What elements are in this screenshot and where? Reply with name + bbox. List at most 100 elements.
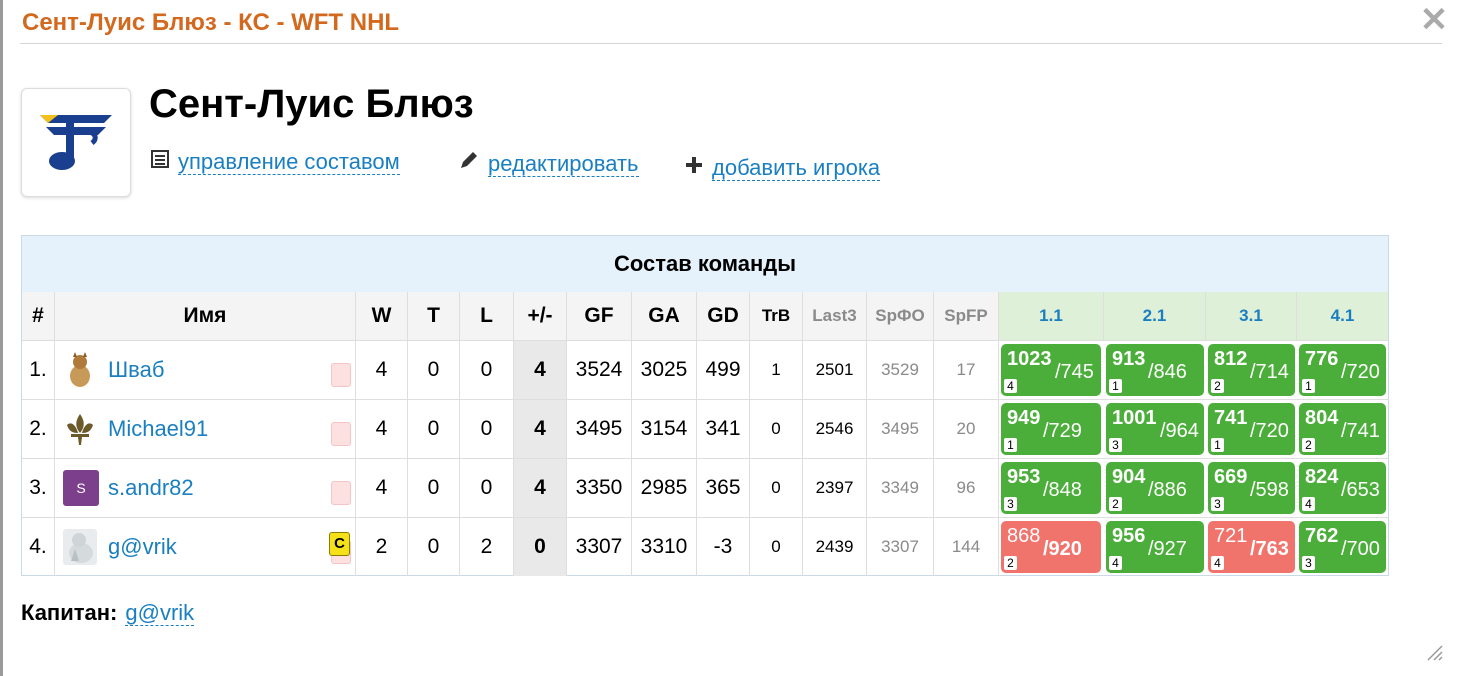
last3: 2546 bbox=[803, 400, 867, 458]
ties: 0 bbox=[408, 518, 460, 576]
losses: 0 bbox=[460, 400, 514, 458]
game-result-tile[interactable]: 721/763 4 bbox=[1208, 521, 1295, 573]
trb: 1 bbox=[750, 341, 803, 399]
sp-fo: 3529 bbox=[867, 341, 934, 399]
title-divider bbox=[20, 43, 1442, 44]
manage-roster-link[interactable]: управление составом bbox=[150, 149, 400, 175]
player-name-link[interactable]: s.andr82 bbox=[108, 459, 194, 517]
game-result-tile[interactable]: 762/700 3 bbox=[1299, 521, 1386, 573]
player-cell: Шваб bbox=[55, 341, 356, 399]
col-header-spfo: SpФО bbox=[867, 292, 934, 340]
table-row: 1. Шваб 4 0 0 4 3524 3025 499 1 2501 352… bbox=[22, 340, 1388, 400]
edit-label: редактировать bbox=[488, 151, 639, 177]
table-row: 4. g@vrik C 2 0 2 0 3307 3310 -3 0 2439 … bbox=[22, 517, 1388, 577]
roster-table: Состав команды # Имя W T L +/- GF GA GD … bbox=[21, 235, 1389, 576]
game-score: 762 bbox=[1305, 525, 1339, 547]
game-score: 1023 bbox=[1007, 348, 1052, 370]
table-row: 2. Michael91 4 0 0 4 3495 3154 341 0 254… bbox=[22, 399, 1388, 459]
resize-handle-icon[interactable] bbox=[1424, 642, 1444, 662]
col-header-ga: GA bbox=[632, 292, 697, 340]
game-result-tile[interactable]: 824/653 4 bbox=[1299, 462, 1386, 514]
game-result-tile[interactable]: 812/714 2 bbox=[1208, 344, 1295, 396]
goal-diff: 341 bbox=[697, 400, 750, 458]
plus-minus: 4 bbox=[514, 341, 567, 399]
game-position: 4 bbox=[1004, 379, 1017, 393]
sp-fp: 144 bbox=[934, 518, 999, 576]
game-score: 804 bbox=[1305, 407, 1339, 429]
game-position: 2 bbox=[1211, 379, 1224, 393]
player-name-link[interactable]: Michael91 bbox=[108, 400, 208, 458]
goal-diff: 499 bbox=[697, 341, 750, 399]
game-result-tile[interactable]: 953/848 3 bbox=[1001, 462, 1101, 514]
game-opp-score: /886 bbox=[1148, 479, 1187, 501]
player-cell: Michael91 bbox=[55, 400, 356, 458]
table-row: 3. S s.andr82 4 0 0 4 3350 2985 365 0 23… bbox=[22, 458, 1388, 518]
game-score: 669 bbox=[1214, 466, 1248, 488]
player-name-link[interactable]: g@vrik bbox=[108, 518, 177, 576]
losses: 0 bbox=[460, 459, 514, 517]
col-header-round-1[interactable]: 1.1 bbox=[999, 292, 1104, 340]
row-number: 3. bbox=[22, 459, 55, 517]
roster-title: Состав команды bbox=[22, 236, 1388, 292]
team-logo bbox=[21, 88, 131, 197]
game-score: 868 bbox=[1007, 525, 1041, 547]
close-icon[interactable]: ✕ bbox=[1418, 3, 1450, 37]
captain-label: Капитан: bbox=[21, 600, 118, 625]
add-player-link[interactable]: добавить игрока bbox=[684, 155, 881, 181]
game-result-tile[interactable]: 956/927 4 bbox=[1106, 521, 1204, 573]
game-position: 4 bbox=[1109, 556, 1122, 570]
game-opp-score: /700 bbox=[1341, 538, 1380, 560]
row-number: 1. bbox=[22, 341, 55, 399]
game-result-tile[interactable]: 1023/745 4 bbox=[1001, 344, 1101, 396]
game-opp-score: /848 bbox=[1043, 479, 1082, 501]
game-result-tile[interactable]: 904/886 2 bbox=[1106, 462, 1204, 514]
game-position: 2 bbox=[1004, 556, 1017, 570]
edit-link[interactable]: редактировать bbox=[458, 149, 639, 177]
game-opp-score: /720 bbox=[1341, 361, 1380, 383]
status-flag bbox=[331, 481, 351, 505]
game-result-tile[interactable]: 913/846 1 bbox=[1106, 344, 1204, 396]
game-position: 4 bbox=[1211, 556, 1224, 570]
trb: 0 bbox=[750, 518, 803, 576]
col-header-round-4[interactable]: 4.1 bbox=[1297, 292, 1388, 340]
game-opp-score: /714 bbox=[1250, 361, 1289, 383]
window-border bbox=[0, 0, 3, 676]
col-header-gf: GF bbox=[567, 292, 632, 340]
game-score: 956 bbox=[1112, 525, 1146, 547]
game-result-tile[interactable]: 669/598 3 bbox=[1208, 462, 1295, 514]
plus-minus: 0 bbox=[514, 518, 567, 576]
game-position: 1 bbox=[1211, 438, 1224, 452]
col-header-t: T bbox=[408, 292, 460, 340]
losses: 0 bbox=[460, 341, 514, 399]
game-result-tile[interactable]: 949/729 1 bbox=[1001, 403, 1101, 455]
game-result-tile[interactable]: 741/720 1 bbox=[1208, 403, 1295, 455]
col-header-round-3[interactable]: 3.1 bbox=[1206, 292, 1297, 340]
col-header-gd: GD bbox=[697, 292, 750, 340]
game-result-tile[interactable]: 776/720 1 bbox=[1299, 344, 1386, 396]
goal-diff: -3 bbox=[697, 518, 750, 576]
game-score: 949 bbox=[1007, 407, 1041, 429]
game-opp-score: /720 bbox=[1250, 420, 1289, 442]
col-header-name: Имя bbox=[55, 292, 356, 340]
game-score: 953 bbox=[1007, 466, 1041, 488]
col-header-round-2[interactable]: 2.1 bbox=[1104, 292, 1206, 340]
sp-fo: 3349 bbox=[867, 459, 934, 517]
trb: 0 bbox=[750, 459, 803, 517]
game-result-tile[interactable]: 868/920 2 bbox=[1001, 521, 1101, 573]
pencil-icon bbox=[458, 149, 480, 177]
player-name-link[interactable]: Шваб bbox=[108, 341, 164, 399]
losses: 2 bbox=[460, 518, 514, 576]
game-result-tile[interactable]: 804/741 2 bbox=[1299, 403, 1386, 455]
game-result-tile[interactable]: 1001/964 3 bbox=[1106, 403, 1204, 455]
last3: 2439 bbox=[803, 518, 867, 576]
row-number: 2. bbox=[22, 400, 55, 458]
game-opp-score: /745 bbox=[1055, 361, 1094, 383]
goals-for: 3495 bbox=[567, 400, 632, 458]
goals-for: 3524 bbox=[567, 341, 632, 399]
game-opp-score: /653 bbox=[1341, 479, 1380, 501]
blue-note-logo-icon bbox=[40, 115, 112, 170]
col-header-num: # bbox=[22, 292, 55, 340]
sp-fo: 3495 bbox=[867, 400, 934, 458]
captain-name-link[interactable]: g@vrik bbox=[125, 600, 195, 626]
sp-fp: 96 bbox=[934, 459, 999, 517]
